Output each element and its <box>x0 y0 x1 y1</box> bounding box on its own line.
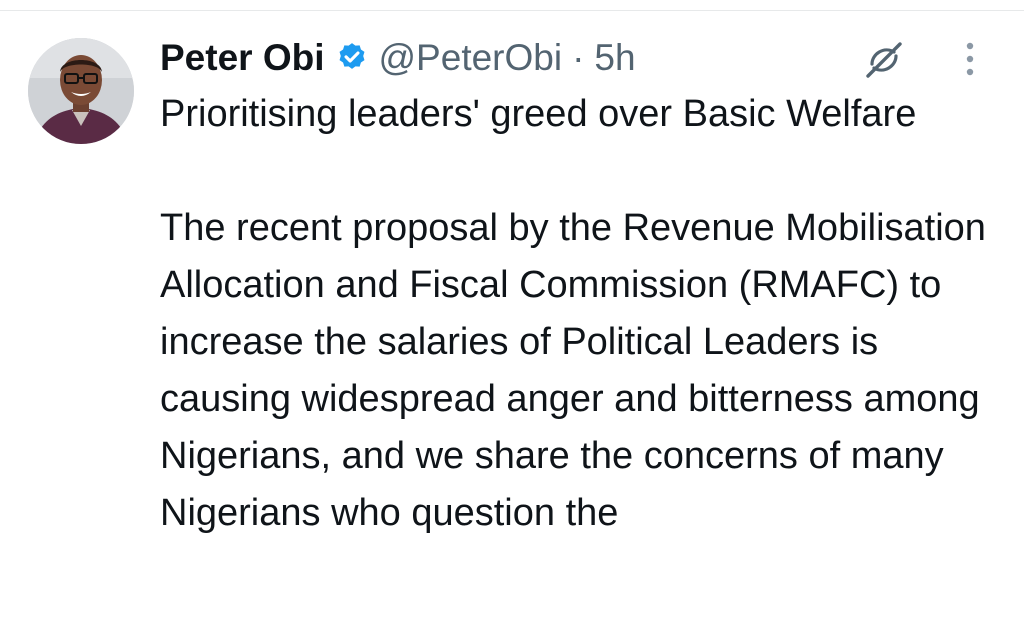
separator-dot: · <box>572 37 585 78</box>
tweet-timestamp[interactable]: 5h <box>594 37 635 79</box>
avatar-image <box>28 38 134 144</box>
tweet-title: Prioritising leaders' greed over Basic W… <box>160 93 917 135</box>
more-options-icon[interactable] <box>958 38 982 82</box>
author-name[interactable]: Peter Obi <box>160 37 325 79</box>
verified-badge-icon <box>339 43 364 69</box>
grok-icon[interactable] <box>860 36 908 84</box>
author-handle[interactable]: @PeterObi <box>379 37 563 79</box>
tweet-body: Prioritising leaders' greed over Basic W… <box>160 86 1000 542</box>
top-divider <box>0 10 1024 11</box>
tweet-text: The recent proposal by the Revenue Mobil… <box>160 207 986 534</box>
tweet-header: Peter Obi @PeterObi · 5h <box>160 30 636 86</box>
avatar[interactable] <box>28 38 134 144</box>
